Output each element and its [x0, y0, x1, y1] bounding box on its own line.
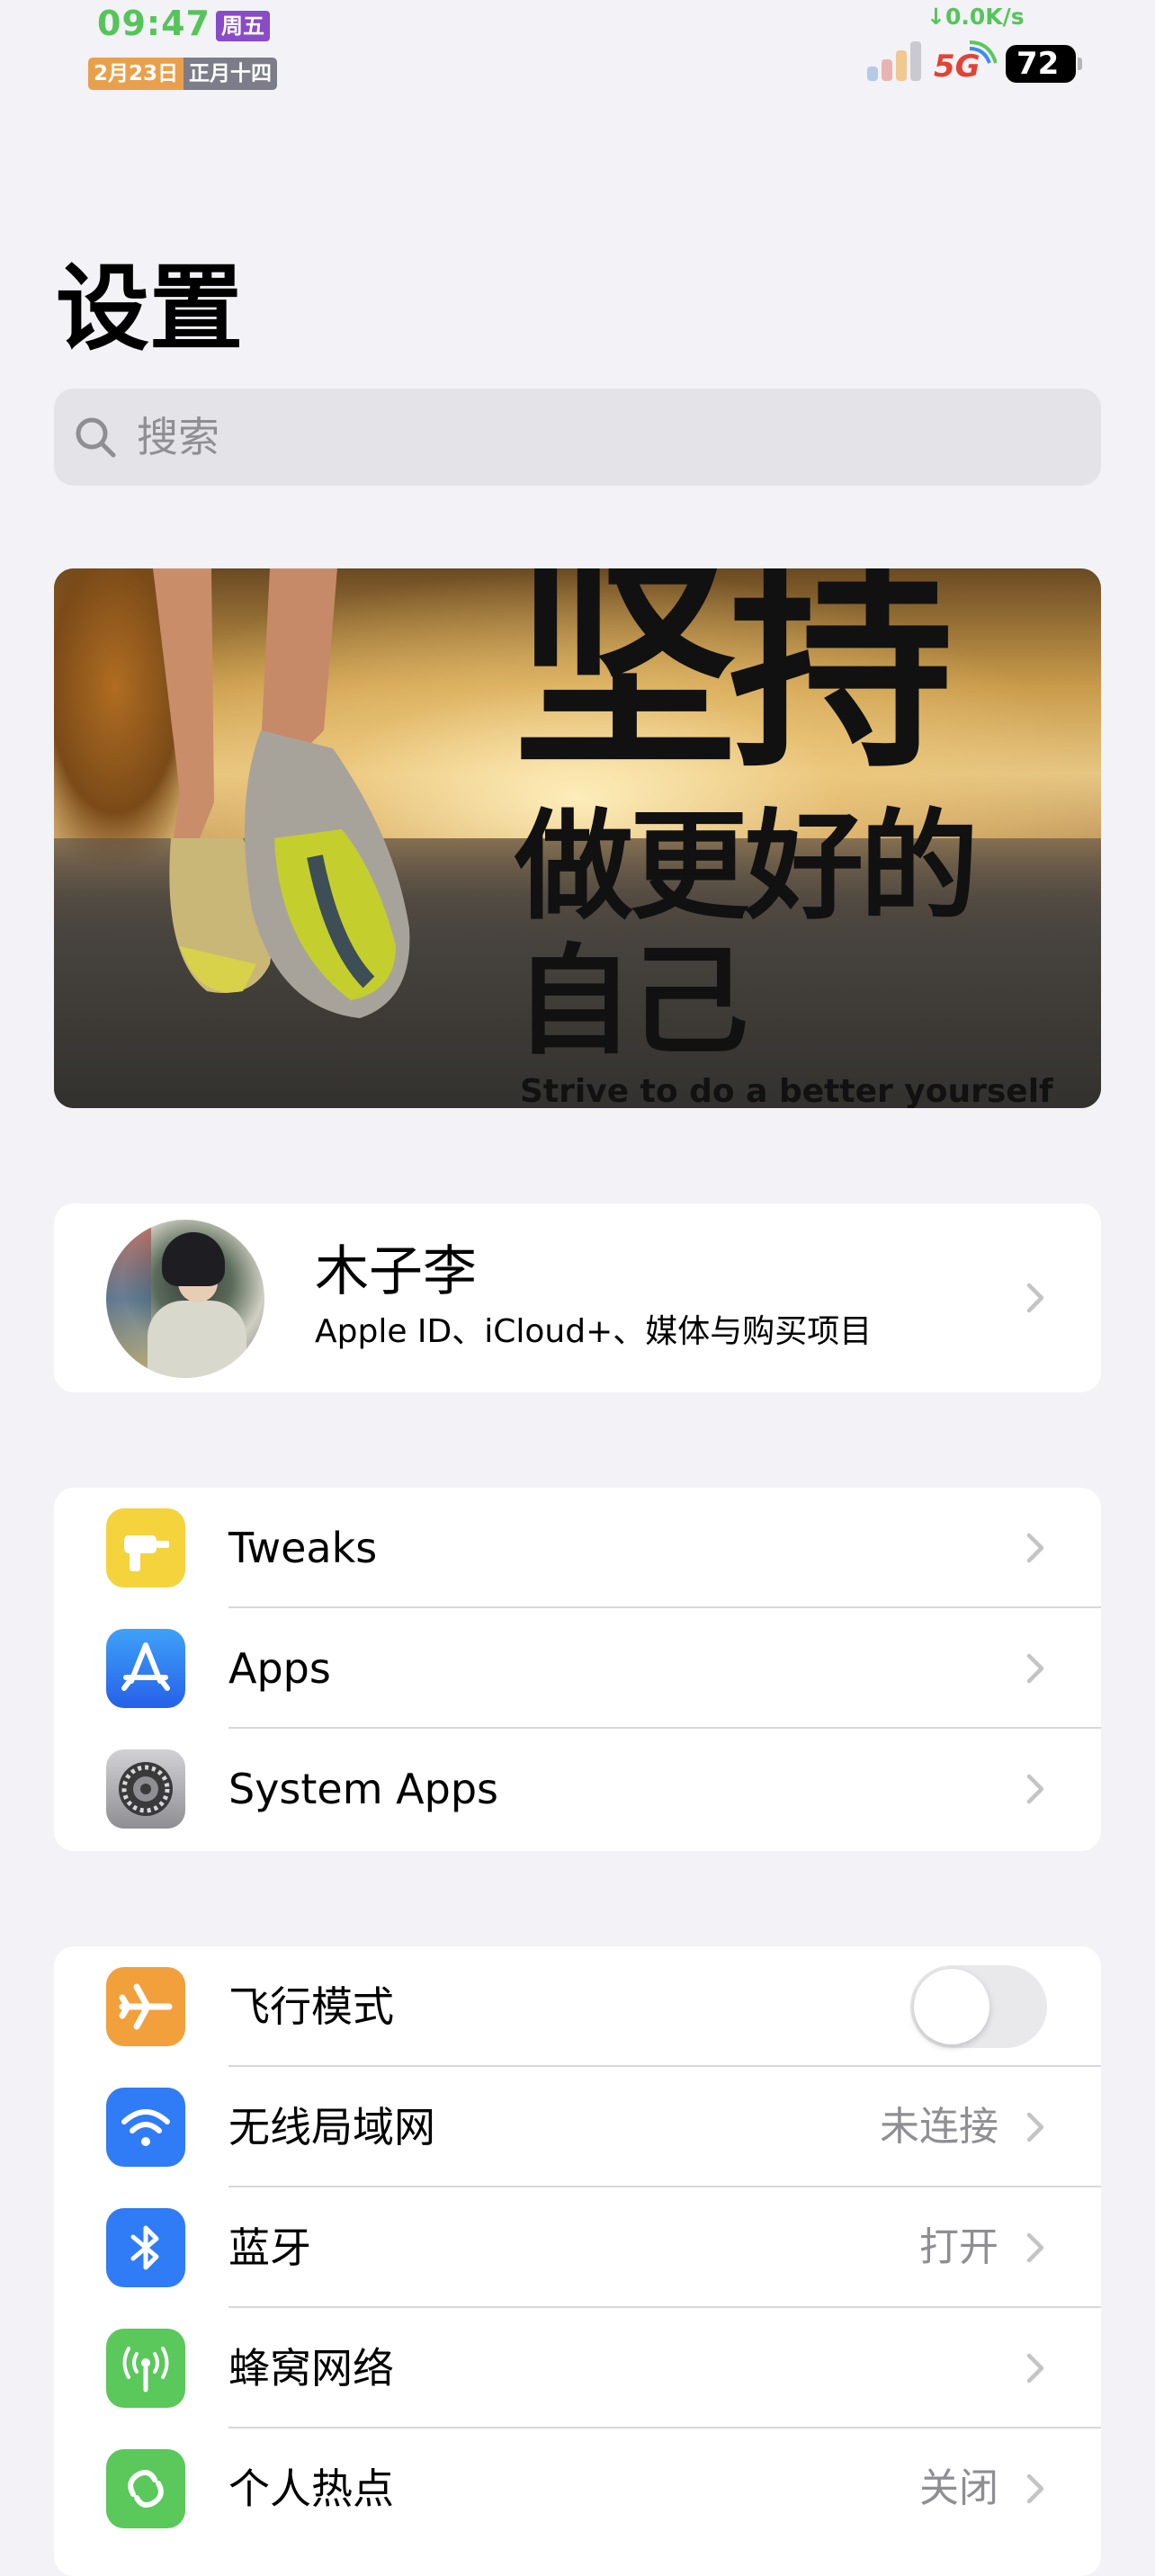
cellular-icon	[106, 2329, 185, 2408]
status-date: 2月23日 正月十四	[88, 58, 278, 90]
banner-slogan-line3: 自己	[515, 933, 748, 1071]
status-date-solar: 2月23日	[88, 58, 184, 90]
settings-row-hotspot[interactable]: 个人热点 关闭	[54, 2428, 1101, 2549]
banner-slogan-line1: 坚持	[513, 568, 954, 798]
chevron-right-icon	[1026, 2473, 1044, 2504]
chevron-right-icon	[1026, 2353, 1044, 2384]
status-date-lunar: 正月十四	[184, 58, 278, 90]
hotspot-status-value: 关闭	[919, 2465, 998, 2511]
chevron-right-icon	[1026, 1533, 1044, 1563]
battery-tip	[1078, 58, 1082, 70]
battery-icon: 72	[1006, 45, 1076, 83]
settings-row-airplane-mode: 飞行模式	[54, 1946, 1101, 2067]
toggle-knob	[914, 1969, 989, 2044]
settings-row-apps[interactable]: Apps	[54, 1608, 1101, 1729]
banner-image[interactable]: 坚持 做更好的 自己 Strive to do a better yoursel…	[54, 568, 1101, 1108]
settings-row-label: 蜂窝网络	[228, 2344, 394, 2393]
apple-id-profile-row[interactable]: 木子李 Apple ID、iCloud+、媒体与购买项目	[54, 1203, 1101, 1392]
chevron-right-icon	[1026, 1653, 1044, 1684]
search-icon	[76, 417, 116, 458]
airplane-mode-toggle[interactable]	[910, 1965, 1047, 2048]
chevron-right-icon	[1026, 2232, 1044, 2263]
banner-slogan-line2: 做更好的	[515, 798, 979, 936]
gear-icon	[106, 1749, 185, 1829]
wifi-icon	[106, 2088, 185, 2167]
bluetooth-icon	[106, 2208, 185, 2287]
page-title: 设置	[56, 254, 244, 363]
settings-row-label: 飞行模式	[228, 1982, 394, 2031]
search-input[interactable]: 搜索	[54, 389, 1101, 486]
profile-subtitle: Apple ID、iCloud+、媒体与购买项目	[315, 1313, 873, 1350]
network-type: 5G	[934, 49, 980, 85]
banner-slogan-en: Strive to do a better yourself	[520, 1073, 1053, 1108]
status-net-speed: ↓0.0K/s	[927, 4, 1025, 30]
network-settings-group: 飞行模式 无线局域网 未连接 蓝牙 打开 蜂窝网络 个人热点 关闭	[54, 1946, 1101, 2576]
drill-icon	[106, 1508, 185, 1588]
hotspot-icon	[106, 2449, 185, 2528]
search-placeholder: 搜索	[137, 413, 219, 461]
settings-row-wifi[interactable]: 无线局域网 未连接	[54, 2067, 1101, 2187]
status-bar: 09:47 周五 2月23日 正月十四 ↓0.0K/s 5G 72	[0, 0, 1155, 99]
settings-row-label: 蓝牙	[228, 2223, 311, 2272]
settings-row-label: Apps	[228, 1644, 331, 1693]
settings-row-label: 个人热点	[228, 2464, 394, 2513]
airplane-icon	[106, 1967, 185, 2046]
status-time: 09:47	[97, 4, 210, 43]
apps-settings-group: Tweaks Apps System Apps	[54, 1488, 1101, 1851]
signal-icon	[867, 40, 930, 81]
bluetooth-status-value: 打开	[919, 2224, 998, 2270]
status-weekday: 周五	[216, 11, 270, 41]
profile-name: 木子李	[315, 1240, 477, 1303]
settings-row-tweaks[interactable]: Tweaks	[54, 1488, 1101, 1608]
settings-row-label: Tweaks	[228, 1524, 378, 1572]
app-store-icon	[106, 1629, 185, 1708]
settings-row-cellular[interactable]: 蜂窝网络	[54, 2308, 1101, 2428]
avatar	[106, 1220, 264, 1378]
settings-row-label: 无线局域网	[228, 2103, 435, 2151]
settings-row-label: System Apps	[228, 1765, 498, 1813]
chevron-right-icon	[1026, 1283, 1044, 1313]
chevron-right-icon	[1026, 2112, 1044, 2142]
chevron-right-icon	[1026, 1774, 1044, 1804]
settings-row-system-apps[interactable]: System Apps	[54, 1729, 1101, 1849]
settings-row-bluetooth[interactable]: 蓝牙 打开	[54, 2187, 1101, 2308]
wifi-status-value: 未连接	[880, 2104, 998, 2150]
cellular-5g-icon: 5G	[934, 40, 997, 85]
